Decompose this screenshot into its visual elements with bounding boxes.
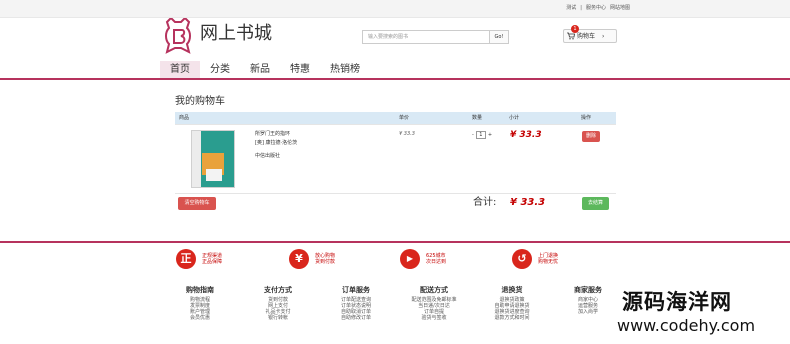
footer-link[interactable]: 会员优惠 (165, 315, 235, 321)
book-title[interactable]: 所罗门王的指环 (255, 131, 290, 137)
col-action: 操作 (581, 115, 592, 121)
footer-col-payment: 支付方式 货到付款 网上支付 礼品卡支付 银行转帐 (243, 286, 313, 321)
top-link-divider: | (580, 5, 582, 11)
top-link-service[interactable]: 服务中心 (586, 5, 606, 11)
cart-count-badge: 1 (571, 25, 579, 33)
main-nav: 首页 分类 新品 特惠 热销榜 (160, 61, 370, 78)
feature-line2: 正品保障 (202, 259, 223, 265)
footer-col-orders: 订单服务 订单配送查询 订单状态说明 自助取消订单 自助修改订单 (321, 286, 391, 321)
footer-col-title: 配送方式 (420, 286, 448, 294)
footer-col-title: 商家服务 (574, 286, 602, 294)
increment-button[interactable]: + (488, 132, 492, 138)
feature-line2: 次日达到 (426, 259, 447, 265)
total-value: ¥ 33.3 (510, 197, 546, 208)
footer-divider (0, 241, 790, 243)
nav-item-new[interactable]: 新品 (240, 61, 280, 78)
footer-col-delivery: 配送方式 配送范围及免邮标准 当日递/次日达 订单自提 验货与签收 (399, 286, 469, 321)
truck-icon: ▶ (400, 249, 420, 269)
footer-col-title: 购物指南 (186, 286, 214, 294)
footer-link[interactable]: 验货与签收 (399, 315, 469, 321)
search-placeholder: 输入要搜索的图书 (368, 34, 409, 40)
item-subtotal: ¥ 33.3 (510, 130, 542, 140)
checkout-button[interactable]: 去结算 (582, 197, 609, 210)
nav-item-bestsellers[interactable]: 热销榜 (320, 61, 370, 78)
chevron-right-icon: › (602, 32, 605, 40)
col-subtotal: 小计 (509, 115, 520, 121)
footer-col-title: 退换货 (501, 286, 523, 294)
table-divider-bottom (175, 193, 616, 194)
site-logo-icon[interactable] (163, 18, 193, 54)
book-author: [奥] 康拉德·洛伦茨 (255, 140, 298, 146)
book-cover-image[interactable] (191, 130, 235, 188)
col-product: 商品 (179, 115, 190, 121)
col-quantity: 数量 (472, 115, 483, 121)
cover-art-detail (206, 169, 222, 181)
table-divider (175, 124, 616, 125)
top-link-test[interactable]: 测试 (566, 5, 576, 11)
footer-link[interactable]: 退款方式和时间 (477, 315, 547, 321)
book-publisher: 中信出版社 (255, 153, 281, 159)
footer-link[interactable]: 银行转帐 (243, 315, 313, 321)
feature-line2: 购物无忧 (538, 259, 559, 265)
feature-payment: ¥ 放心购物 货到付款 (289, 249, 335, 269)
page-title: 我的购物车 (175, 96, 225, 107)
top-links: 测试 | 服务中心 网站地图 (566, 5, 630, 11)
total-label: 合计: (473, 197, 497, 208)
feature-returns: ↺ 上门退换 购物无忧 (512, 249, 558, 269)
cart-label: 购物车 (577, 32, 596, 40)
footer-col-title: 订单服务 (342, 286, 370, 294)
watermark-title: 源码海洋网 (622, 290, 732, 314)
watermark-url: www.codehy.com (617, 316, 756, 335)
footer-col-returns: 退换货 退换货政策 自助申请退换货 退换货进度查询 退款方式和时间 (477, 286, 547, 321)
quantity-field[interactable]: 1 (475, 131, 486, 139)
unit-price: ¥ 33.3 (399, 131, 415, 137)
footer-col-guide: 购物指南 购物流程 发票制度 账户管理 会员优惠 (165, 286, 235, 321)
col-unit-price: 单价 (399, 115, 410, 121)
site-name[interactable]: 网上书城 (200, 24, 272, 44)
decrement-button[interactable]: - (472, 132, 474, 138)
footer-link[interactable]: 加入尚学 (553, 309, 623, 315)
feature-line2: 货到付款 (315, 259, 336, 265)
yuan-icon: ¥ (289, 249, 309, 269)
nav-item-category[interactable]: 分类 (200, 61, 240, 78)
return-icon: ↺ (512, 249, 532, 269)
search-input[interactable]: 输入要搜索的图书 (362, 30, 490, 44)
feature-genuine: 正 正规渠道 正品保障 (176, 249, 222, 269)
page: { "topbar": {"links": ["测试", "|", "服务中心"… (0, 0, 790, 344)
nav-item-home[interactable]: 首页 (160, 61, 200, 78)
cart-table-header: 商品 单价 数量 小计 操作 (175, 112, 616, 124)
footer-link[interactable]: 自助修改订单 (321, 315, 391, 321)
quantity-stepper[interactable]: - 1 + (472, 131, 492, 139)
cart-icon (567, 32, 575, 40)
clear-cart-button[interactable]: 清空购物车 (178, 197, 216, 210)
footer-col-merchant: 商家服务 商家中心 运营服务 加入尚学 (553, 286, 623, 315)
genuine-icon: 正 (176, 249, 196, 269)
top-bar (0, 0, 790, 18)
footer-col-title: 支付方式 (264, 286, 292, 294)
feature-delivery: ▶ 625城市 次日达到 (400, 249, 446, 269)
delete-button[interactable]: 删除 (582, 131, 600, 142)
search-button[interactable]: Go! (489, 30, 509, 44)
nav-divider (0, 78, 790, 80)
nav-item-deals[interactable]: 特惠 (280, 61, 320, 78)
top-link-sitemap[interactable]: 网站地图 (610, 5, 630, 11)
